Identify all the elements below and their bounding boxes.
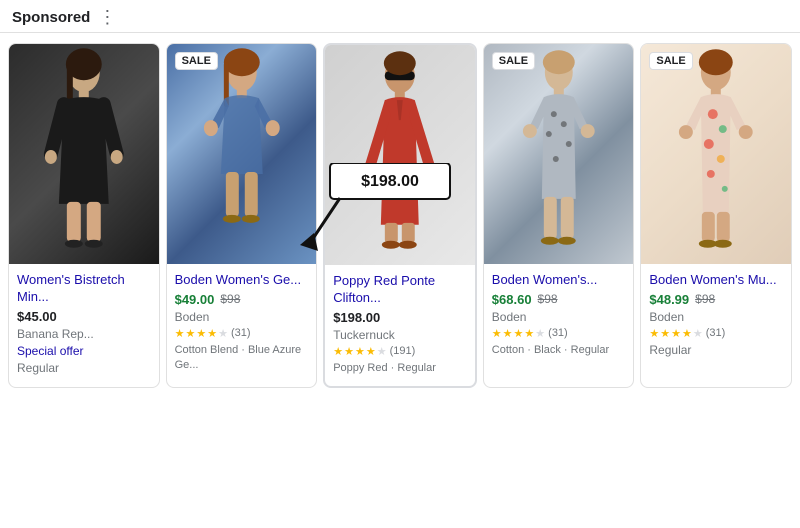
star-3: ★: [671, 327, 681, 340]
product-image-1: [9, 44, 159, 264]
product-rating-2: ★ ★ ★ ★ ★ (31): [175, 327, 309, 340]
sponsored-header: Sponsored ⋮: [0, 0, 800, 33]
star-1: ★: [492, 327, 502, 340]
product-review-count-5: (31): [706, 327, 726, 339]
more-options-icon[interactable]: ⋮: [98, 8, 116, 26]
sale-badge-4: SALE: [492, 52, 535, 70]
product-image-4: SALE: [484, 44, 634, 264]
product-meta-2: Cotton Blend · Blue Azure Ge...: [175, 343, 309, 374]
product-seller-3: Tuckernuck: [333, 328, 467, 342]
star-2: ★: [503, 327, 513, 340]
star-5: ★: [377, 345, 387, 358]
product-card-3[interactable]: Poppy Red Ponte Clifton... $198.00 Tucke…: [323, 43, 477, 388]
product-title-4: Boden Women's...: [492, 272, 626, 289]
star-2: ★: [344, 345, 354, 358]
star-1: ★: [333, 345, 343, 358]
product-price-1: $45.00: [17, 309, 57, 324]
star-5: ★: [693, 327, 703, 340]
star-4: ★: [682, 327, 692, 340]
product-meta-4: Cotton · Black · Regular: [492, 343, 626, 358]
product-card-5[interactable]: SALE Boden Women's Mu... $48.99 $98 Bode…: [640, 43, 792, 388]
star-3: ★: [514, 327, 524, 340]
product-title-2: Boden Women's Ge...: [175, 272, 309, 289]
product-info-5: Boden Women's Mu... $48.99 $98 Boden ★ ★…: [641, 264, 791, 387]
product-seller-5: Boden: [649, 310, 783, 324]
product-original-price-2: $98: [220, 292, 240, 306]
star-4: ★: [366, 345, 376, 358]
product-condition-1: Regular: [17, 361, 151, 375]
product-image-2: SALE: [167, 44, 317, 264]
product-info-1: Women's Bistretch Min... $45.00 Banana R…: [9, 264, 159, 387]
product-sale-price-4: $68.60: [492, 292, 532, 307]
product-title-5: Boden Women's Mu...: [649, 272, 783, 289]
product-meta-3: Poppy Red · Regular: [333, 361, 467, 376]
star-1: ★: [175, 327, 185, 340]
star-4: ★: [524, 327, 534, 340]
product-image-5: SALE: [641, 44, 791, 264]
product-price-3: $198.00: [333, 310, 380, 325]
product-seller-4: Boden: [492, 310, 626, 324]
product-title-3: Poppy Red Ponte Clifton...: [333, 273, 467, 307]
product-rating-4: ★ ★ ★ ★ ★ (31): [492, 327, 626, 340]
star-5: ★: [535, 327, 545, 340]
product-info-4: Boden Women's... $68.60 $98 Boden ★ ★ ★ …: [484, 264, 634, 387]
product-condition-5: Regular: [649, 343, 783, 357]
product-seller-2: Boden: [175, 310, 309, 324]
products-grid: Women's Bistretch Min... $45.00 Banana R…: [0, 33, 800, 398]
product-rating-5: ★ ★ ★ ★ ★ (31): [649, 327, 783, 340]
sale-badge-2: SALE: [175, 52, 218, 70]
product-review-count-2: (31): [231, 327, 251, 339]
product-review-count-4: (31): [548, 327, 568, 339]
product-sale-price-2: $49.00: [175, 292, 215, 307]
star-1: ★: [649, 327, 659, 340]
star-3: ★: [355, 345, 365, 358]
star-5: ★: [218, 327, 228, 340]
product-title-1: Women's Bistretch Min...: [17, 272, 151, 306]
star-4: ★: [207, 327, 217, 340]
product-original-price-4: $98: [538, 292, 558, 306]
sale-badge-5: SALE: [649, 52, 692, 70]
product-seller-1: Banana Rep...: [17, 327, 151, 341]
product-review-count-3: (191): [390, 345, 416, 357]
star-2: ★: [185, 327, 195, 340]
star-2: ★: [660, 327, 670, 340]
product-original-price-5: $98: [695, 292, 715, 306]
product-card-1[interactable]: Women's Bistretch Min... $45.00 Banana R…: [8, 43, 160, 388]
product-info-2: Boden Women's Ge... $49.00 $98 Boden ★ ★…: [167, 264, 317, 387]
star-3: ★: [196, 327, 206, 340]
sponsored-label: Sponsored: [12, 9, 90, 26]
product-sale-price-5: $48.99: [649, 292, 689, 307]
product-card-4[interactable]: SALE Boden Women's... $68.60 $98 Boden ★…: [483, 43, 635, 388]
product-info-3: Poppy Red Ponte Clifton... $198.00 Tucke…: [325, 265, 475, 386]
product-card-2[interactable]: SALE Boden Women's Ge... $49.00 $98 Bode…: [166, 43, 318, 388]
product-rating-3: ★ ★ ★ ★ ★ (191): [333, 345, 467, 358]
product-image-3: [325, 45, 475, 265]
product-special-offer-1[interactable]: Special offer: [17, 344, 151, 358]
